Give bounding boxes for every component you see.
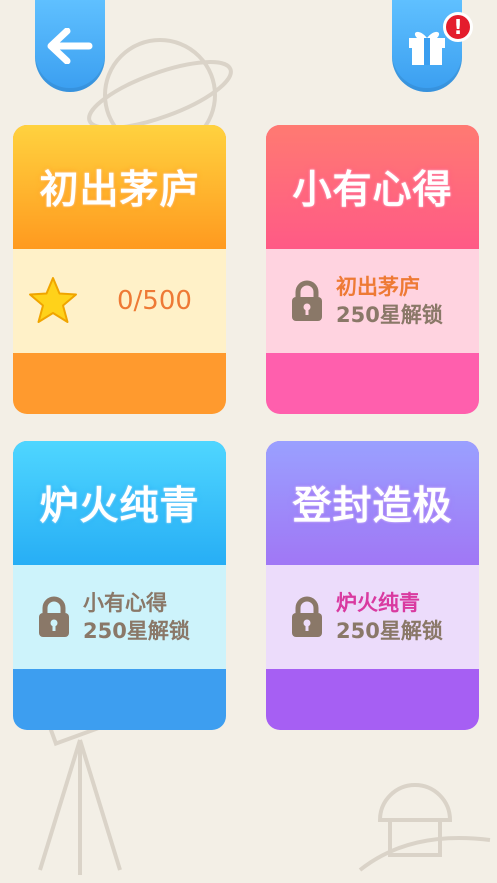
card-base — [13, 669, 226, 726]
card-base — [266, 353, 479, 410]
observatory-doodle — [358, 783, 491, 872]
unlock-requirement-level: 初出茅庐 — [336, 275, 420, 299]
unlock-requirement-stars: 250星解锁 — [336, 619, 443, 643]
level-card-1[interactable]: 初出茅庐 0/500 — [13, 125, 226, 410]
lock-icon — [39, 596, 69, 637]
level-card-2[interactable]: 小有心得 初出茅庐 250星解锁 — [266, 125, 479, 410]
lock-icon — [292, 280, 322, 321]
level-progress-band: 0/500 — [13, 249, 226, 353]
unlock-requirement-level: 小有心得 — [83, 591, 167, 615]
unlock-requirement-stars: 250星解锁 — [83, 619, 190, 643]
telescope-doodle — [38, 700, 125, 875]
level-lock-band: 小有心得 250星解锁 — [13, 565, 226, 669]
level-lock-band: 炉火纯青 250星解锁 — [266, 565, 479, 669]
level-title: 登封造极 — [266, 441, 479, 565]
level-lock-band: 初出茅庐 250星解锁 — [266, 249, 479, 353]
level-title: 炉火纯青 — [13, 441, 226, 565]
gift-icon — [409, 31, 445, 65]
star-icon — [29, 277, 77, 323]
lock-icon — [292, 596, 322, 637]
level-title: 小有心得 — [266, 125, 479, 249]
card-base — [13, 353, 226, 410]
level-title: 初出茅庐 — [13, 125, 226, 249]
back-arrow-icon — [47, 28, 93, 64]
unlock-requirement-stars: 250星解锁 — [336, 303, 443, 327]
level-card-3[interactable]: 炉火纯青 小有心得 250星解锁 — [13, 441, 226, 726]
back-button[interactable] — [35, 0, 105, 92]
unlock-requirement-level: 炉火纯青 — [336, 591, 420, 615]
card-base — [266, 669, 479, 726]
level-card-4[interactable]: 登封造极 炉火纯青 250星解锁 — [266, 441, 479, 726]
notification-badge: ! — [443, 12, 473, 42]
star-progress: 0/500 — [117, 286, 192, 316]
